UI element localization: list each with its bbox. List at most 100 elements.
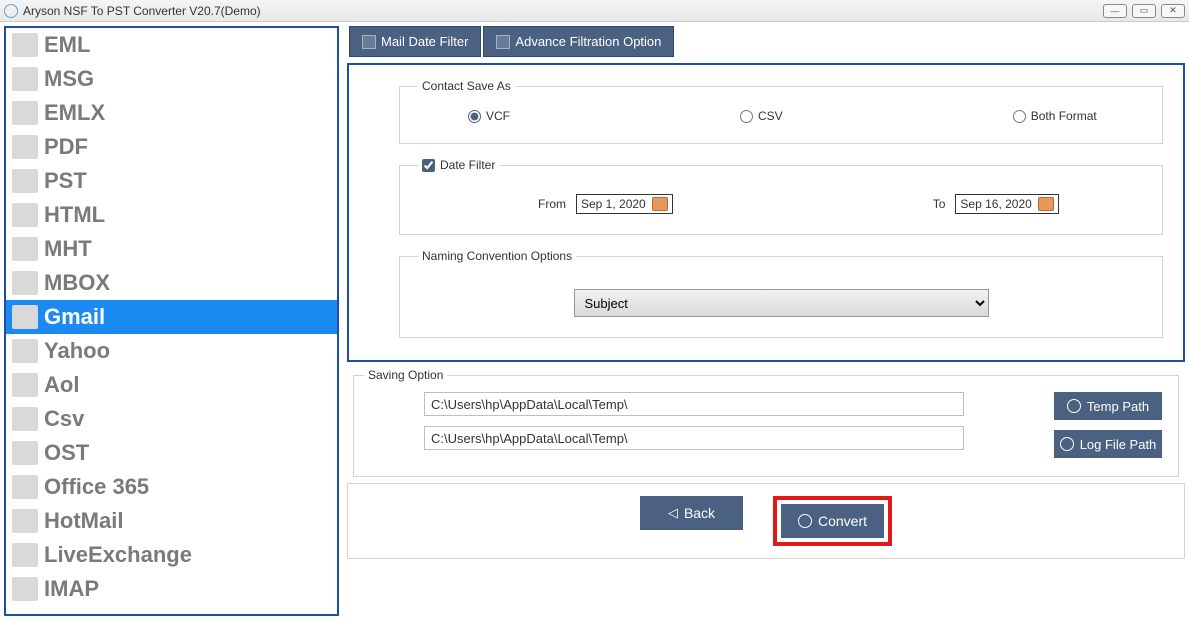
temp-path-button[interactable]: Temp Path (1054, 392, 1162, 420)
from-label: From (538, 197, 566, 211)
tab-advance-filtration[interactable]: Advance Filtration Option (483, 26, 674, 57)
radio-csv[interactable]: CSV (740, 109, 783, 123)
calendar-icon[interactable] (652, 197, 668, 211)
radio-both[interactable]: Both Format (1013, 109, 1097, 123)
sidebar-item-pst[interactable]: PST (6, 164, 337, 198)
sidebar-item-liveexchange[interactable]: LiveExchange (6, 538, 337, 572)
sidebar-item-label: PST (44, 168, 87, 194)
format-icon (12, 135, 38, 159)
date-filter-checkbox[interactable] (422, 159, 435, 172)
date-filter-fieldset: Date Filter From Sep 1, 2020 To (399, 158, 1163, 235)
calendar-icon (362, 35, 376, 49)
format-icon (12, 33, 38, 57)
naming-convention-legend: Naming Convention Options (418, 249, 576, 263)
refresh-icon (798, 514, 812, 528)
sidebar-item-eml[interactable]: EML (6, 28, 337, 62)
convert-highlight: Convert (773, 496, 892, 546)
radio-csv-input[interactable] (740, 110, 753, 123)
radio-both-input[interactable] (1013, 110, 1026, 123)
minimize-button[interactable]: — (1103, 4, 1127, 18)
format-icon (12, 543, 38, 567)
footer-bar: ◁ Back Convert (347, 483, 1185, 559)
to-label: To (933, 197, 946, 211)
maximize-button[interactable]: ▭ (1132, 4, 1156, 18)
format-icon (12, 169, 38, 193)
sidebar-item-label: PDF (44, 134, 88, 160)
convert-button[interactable]: Convert (781, 504, 884, 538)
sidebar-item-label: MBOX (44, 270, 110, 296)
format-sidebar: EML MSG EMLX PDF PST HTML MHT MBOX Gmail Yahoo Aol… (4, 26, 339, 616)
to-date-picker[interactable]: Sep 16, 2020 (955, 194, 1058, 214)
format-icon (12, 577, 38, 601)
temp-path-button-label: Temp Path (1087, 399, 1149, 414)
sidebar-item-label: Office 365 (44, 474, 149, 500)
sidebar-item-aol[interactable]: Aol (6, 368, 337, 402)
sidebar-item-imap[interactable]: IMAP (6, 572, 337, 606)
log-path-input[interactable] (424, 426, 964, 450)
sidebar-item-mht[interactable]: MHT (6, 232, 337, 266)
log-file-path-button[interactable]: Log File Path (1054, 430, 1162, 458)
sidebar-item-mbox[interactable]: MBOX (6, 266, 337, 300)
to-date-value: Sep 16, 2020 (960, 197, 1031, 211)
naming-convention-select[interactable]: Subject (574, 289, 989, 317)
saving-option-legend: Saving Option (364, 368, 447, 382)
sidebar-item-label: MHT (44, 236, 92, 262)
date-filter-checkbox-label[interactable]: Date Filter (422, 158, 495, 172)
sidebar-item-label: EML (44, 32, 90, 58)
format-icon (12, 441, 38, 465)
format-icon (12, 475, 38, 499)
sidebar-item-emlx[interactable]: EMLX (6, 96, 337, 130)
sidebar-item-label: EMLX (44, 100, 105, 126)
sidebar-item-html[interactable]: HTML (6, 198, 337, 232)
sidebar-item-label: Aol (44, 372, 79, 398)
contact-save-as-legend: Contact Save As (418, 79, 515, 93)
dots-icon (1067, 399, 1081, 413)
contact-save-as-fieldset: Contact Save As VCF CSV Both Format (399, 79, 1163, 144)
sidebar-item-gmail[interactable]: Gmail (6, 300, 337, 334)
sidebar-item-label: MSG (44, 66, 94, 92)
log-file-path-button-label: Log File Path (1080, 437, 1157, 452)
format-icon (12, 67, 38, 91)
calendar-icon[interactable] (1038, 197, 1054, 211)
sidebar-item-label: LiveExchange (44, 542, 192, 568)
sidebar-item-ost[interactable]: OST (6, 436, 337, 470)
format-icon (12, 407, 38, 431)
sidebar-item-csv[interactable]: Csv (6, 402, 337, 436)
naming-convention-fieldset: Naming Convention Options Subject (399, 249, 1163, 338)
sidebar-item-label: Csv (44, 406, 84, 432)
tab-row: Mail Date Filter Advance Filtration Opti… (347, 26, 1185, 57)
radio-vcf-input[interactable] (468, 110, 481, 123)
sidebar-item-msg[interactable]: MSG (6, 62, 337, 96)
back-button[interactable]: ◁ Back (640, 496, 743, 530)
title-bar: Aryson NSF To PST Converter V20.7(Demo) … (0, 0, 1189, 22)
sidebar-item-hotmail[interactable]: HotMail (6, 504, 337, 538)
sidebar-item-yahoo[interactable]: Yahoo (6, 334, 337, 368)
window-title: Aryson NSF To PST Converter V20.7(Demo) (23, 4, 1103, 18)
sidebar-item-pdf[interactable]: PDF (6, 130, 337, 164)
temp-path-input[interactable] (424, 392, 964, 416)
dots-icon (1060, 437, 1074, 451)
format-icon (12, 339, 38, 363)
radio-both-label: Both Format (1031, 109, 1097, 123)
format-icon (12, 305, 38, 329)
radio-vcf-label: VCF (486, 109, 510, 123)
tab-mail-date-filter[interactable]: Mail Date Filter (349, 26, 481, 57)
app-icon (4, 4, 18, 18)
tab-label: Mail Date Filter (381, 34, 468, 49)
sidebar-item-office-365[interactable]: Office 365 (6, 470, 337, 504)
tab-label: Advance Filtration Option (515, 34, 661, 49)
sidebar-item-label: HotMail (44, 508, 123, 534)
sidebar-item-label: IMAP (44, 576, 99, 602)
format-icon (12, 509, 38, 533)
from-date-picker[interactable]: Sep 1, 2020 (576, 194, 673, 214)
close-button[interactable]: ✕ (1161, 4, 1185, 18)
saving-option-fieldset: Saving Option Temp Path Log File Path (353, 368, 1179, 477)
radio-vcf[interactable]: VCF (468, 109, 510, 123)
format-icon (12, 101, 38, 125)
date-filter-legend: Date Filter (418, 158, 499, 172)
back-arrow-icon: ◁ (668, 505, 678, 521)
main-panel: Mail Date Filter Advance Filtration Opti… (347, 26, 1185, 616)
format-icon (12, 203, 38, 227)
from-date-value: Sep 1, 2020 (581, 197, 646, 211)
sidebar-item-label: Gmail (44, 304, 105, 330)
